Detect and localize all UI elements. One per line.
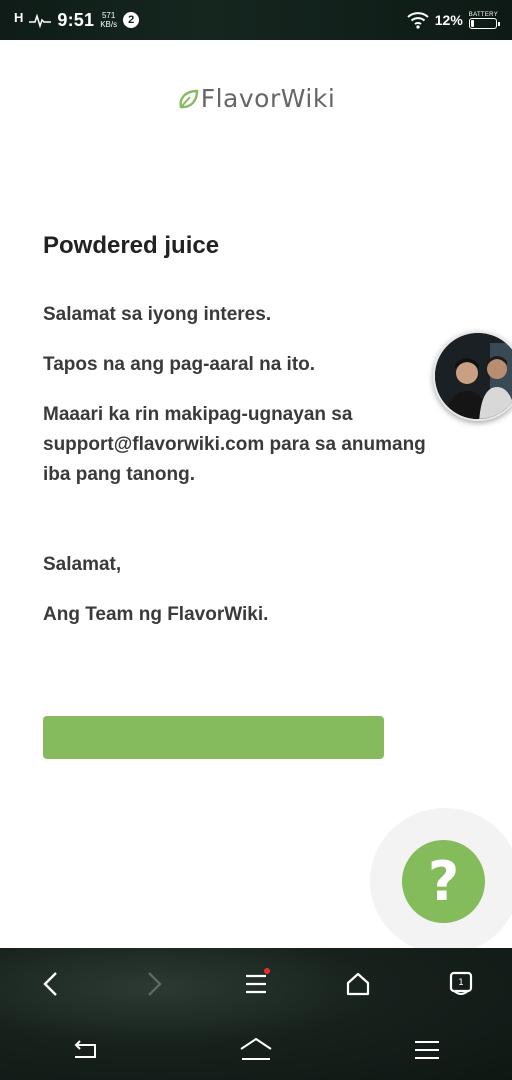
avatar-photo [435,333,512,419]
battery-icon: BATTERY [468,12,500,29]
message-paragraph: Maaari ka rin makipag-ugnayan sa support… [43,404,426,485]
browser-forward-button[interactable] [130,964,178,1004]
back-icon [43,972,58,996]
system-navigation [0,1030,512,1070]
chat-head-avatar[interactable] [433,331,512,421]
browser-home-button[interactable] [334,964,382,1004]
browser-toolbar: 1 [0,962,512,1006]
system-home-icon [240,1037,272,1060]
clock: 9:51 [57,9,95,30]
status-bar: H 9:51 571 KB/s 2 12% BATTERY [0,0,512,40]
wifi-icon [407,12,429,29]
home-icon [347,972,370,996]
system-menu-icon [414,1041,439,1059]
network-speed: 571 KB/s [100,11,118,29]
system-home-button[interactable] [232,1030,280,1070]
tabs-icon: 1 [449,971,472,995]
network-type-indicator: H [14,9,24,25]
message-paragraph: Tapos na ang pag-aaral na ito. [43,354,316,375]
battery-percent: 12% [434,12,463,28]
leaf-icon [179,89,198,108]
system-menu-button[interactable] [403,1030,451,1070]
thank-you-message: Powdered juice Salamat sa iyong interes.… [43,232,443,650]
help-button[interactable]: ? [402,840,485,923]
notification-dot [263,968,270,974]
pulse-icon [29,13,52,28]
page-title: Powdered juice [43,232,220,259]
logo-text: FlavorWiki [200,84,336,113]
browser-menu-button[interactable] [232,964,280,1004]
notification-count-badge: 2 [123,12,140,28]
signature: Ang Team ng FlavorWiki. [43,604,269,625]
forward-icon [147,972,162,996]
message-paragraph: Salamat sa iyong interes. [43,304,272,325]
system-back-button[interactable] [61,1030,109,1070]
browser-tabs-button[interactable]: 1 [437,964,485,1004]
browser-back-button[interactable] [27,964,75,1004]
continue-button[interactable] [43,716,384,759]
system-back-icon [74,1040,97,1058]
flavorwiki-logo: FlavorWiki [0,84,512,113]
menu-icon [245,974,266,994]
sign-off: Salamat, [43,554,122,575]
svg-text:1: 1 [458,978,464,988]
bottom-navigation: 1 [0,948,512,1080]
